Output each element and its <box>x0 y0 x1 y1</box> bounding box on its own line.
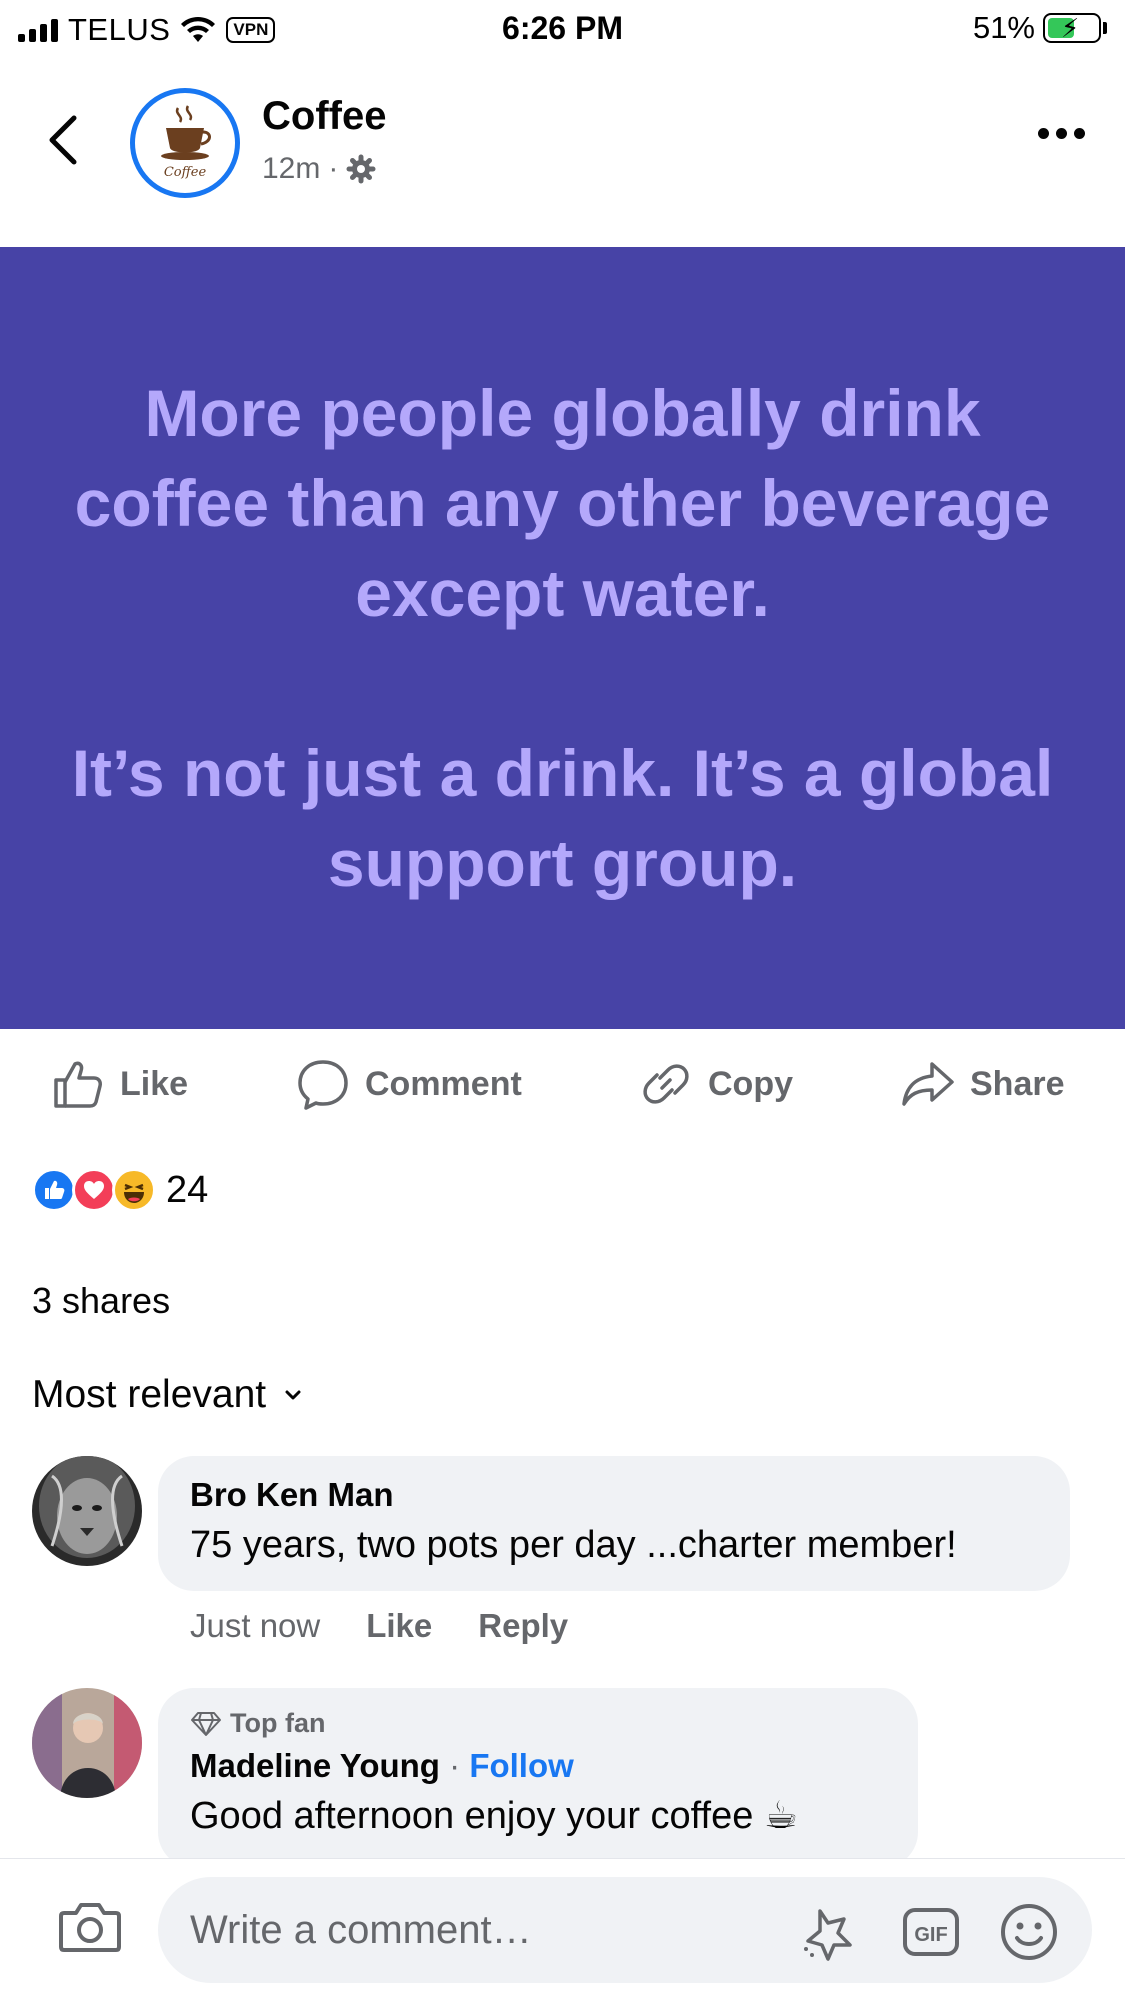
comment-text: Good afternoon enjoy your coffee ☕ <box>190 1795 798 1837</box>
comment-meta: Just now Like Reply <box>190 1607 568 1645</box>
copy-label: Copy <box>708 1064 793 1103</box>
commenter-avatar[interactable] <box>32 1688 142 1798</box>
comment-bubble[interactable]: Top fan Madeline Young · Follow Good aft… <box>158 1688 918 1868</box>
post-content: More people globally drink coffee than a… <box>0 247 1125 1029</box>
like-reaction-icon <box>32 1168 76 1212</box>
like-button[interactable]: Like <box>50 1056 188 1112</box>
top-fan-label: Top fan <box>230 1708 326 1738</box>
status-time: 6:26 PM <box>502 10 623 46</box>
thumbs-up-icon <box>54 1061 102 1108</box>
top-fan-badge: Top fan <box>190 1708 886 1739</box>
comment-composer: GIF <box>0 1858 1125 2000</box>
post-timestamp: 12m <box>262 152 321 185</box>
emoji-icon[interactable] <box>998 1901 1060 1963</box>
follow-button[interactable]: Follow <box>469 1747 573 1784</box>
comment-input-wrapper: GIF <box>158 1877 1092 1983</box>
post-paragraph-2: It’s not just a drink. It’s a global sup… <box>71 736 1054 900</box>
share-label: Share <box>970 1064 1065 1103</box>
battery-icon: ⚡ <box>1043 13 1101 43</box>
comment-bubble[interactable]: Bro Ken Man 75 years, two pots per day .… <box>158 1456 1070 1591</box>
copy-button[interactable]: Copy <box>638 1056 793 1112</box>
link-icon <box>643 1064 689 1104</box>
settings-gear-icon <box>346 154 376 184</box>
chevron-down-icon <box>285 1390 301 1400</box>
post-meta: 12m · <box>262 152 376 186</box>
post-actions: Like Comment Copy Share <box>0 1040 1125 1128</box>
comment-input[interactable] <box>190 1877 790 1983</box>
comment-author[interactable]: Bro Ken Man <box>190 1476 1038 1514</box>
gif-icon[interactable]: GIF <box>900 1901 962 1963</box>
status-right: 51% ⚡ <box>973 10 1107 46</box>
comment-time: Just now <box>190 1607 321 1644</box>
comment-text: 75 years, two pots per day ...charter me… <box>190 1524 957 1566</box>
like-label: Like <box>120 1064 189 1103</box>
sort-label: Most relevant <box>32 1373 267 1416</box>
share-count[interactable]: 3 shares <box>32 1280 170 1322</box>
haha-reaction-icon <box>112 1168 156 1212</box>
camera-icon[interactable] <box>58 1899 122 1955</box>
share-button[interactable]: Share <box>900 1056 1065 1112</box>
meta-separator: · <box>328 152 339 185</box>
reaction-summary[interactable]: 24 <box>32 1168 208 1212</box>
love-reaction-icon <box>72 1168 116 1212</box>
person-avatar-image <box>32 1688 142 1798</box>
battery-cap <box>1103 22 1107 34</box>
battery-percent: 51% <box>972 10 1035 45</box>
post-paragraph-1: More people globally drink coffee than a… <box>74 376 1051 630</box>
comment-bubble-icon <box>298 1060 348 1110</box>
status-bar: TELUS VPN 6:26 PM 51% ⚡ <box>0 0 1125 56</box>
comment-label: Comment <box>365 1064 522 1103</box>
share-arrow-icon <box>902 1062 954 1106</box>
post-header: Coffee Coffee 12m · <box>0 70 1125 220</box>
lion-avatar-image <box>32 1456 142 1566</box>
avatar-sticker-icon[interactable] <box>798 1901 860 1963</box>
comment-author[interactable]: Madeline Young <box>190 1747 440 1784</box>
comment-author-line: Madeline Young · Follow <box>190 1747 886 1785</box>
comment-like-button[interactable]: Like <box>366 1607 432 1645</box>
page-name[interactable]: Coffee <box>262 94 386 139</box>
more-options-icon[interactable] <box>1038 128 1085 139</box>
back-arrow-icon[interactable] <box>40 110 90 170</box>
page-avatar[interactable]: Coffee <box>130 88 240 198</box>
commenter-avatar[interactable] <box>32 1456 142 1566</box>
comment-reply-button[interactable]: Reply <box>478 1607 568 1645</box>
logo-text: Coffee <box>164 165 207 180</box>
comment-button[interactable]: Comment <box>295 1056 522 1112</box>
reaction-count: 24 <box>166 1168 209 1211</box>
svg-text:GIF: GIF <box>914 1924 947 1946</box>
author-separator: · <box>449 1747 461 1784</box>
coffee-cup-logo: Coffee <box>161 105 211 180</box>
comment-sort-dropdown[interactable]: Most relevant <box>32 1373 302 1417</box>
diamond-icon <box>191 1711 221 1736</box>
